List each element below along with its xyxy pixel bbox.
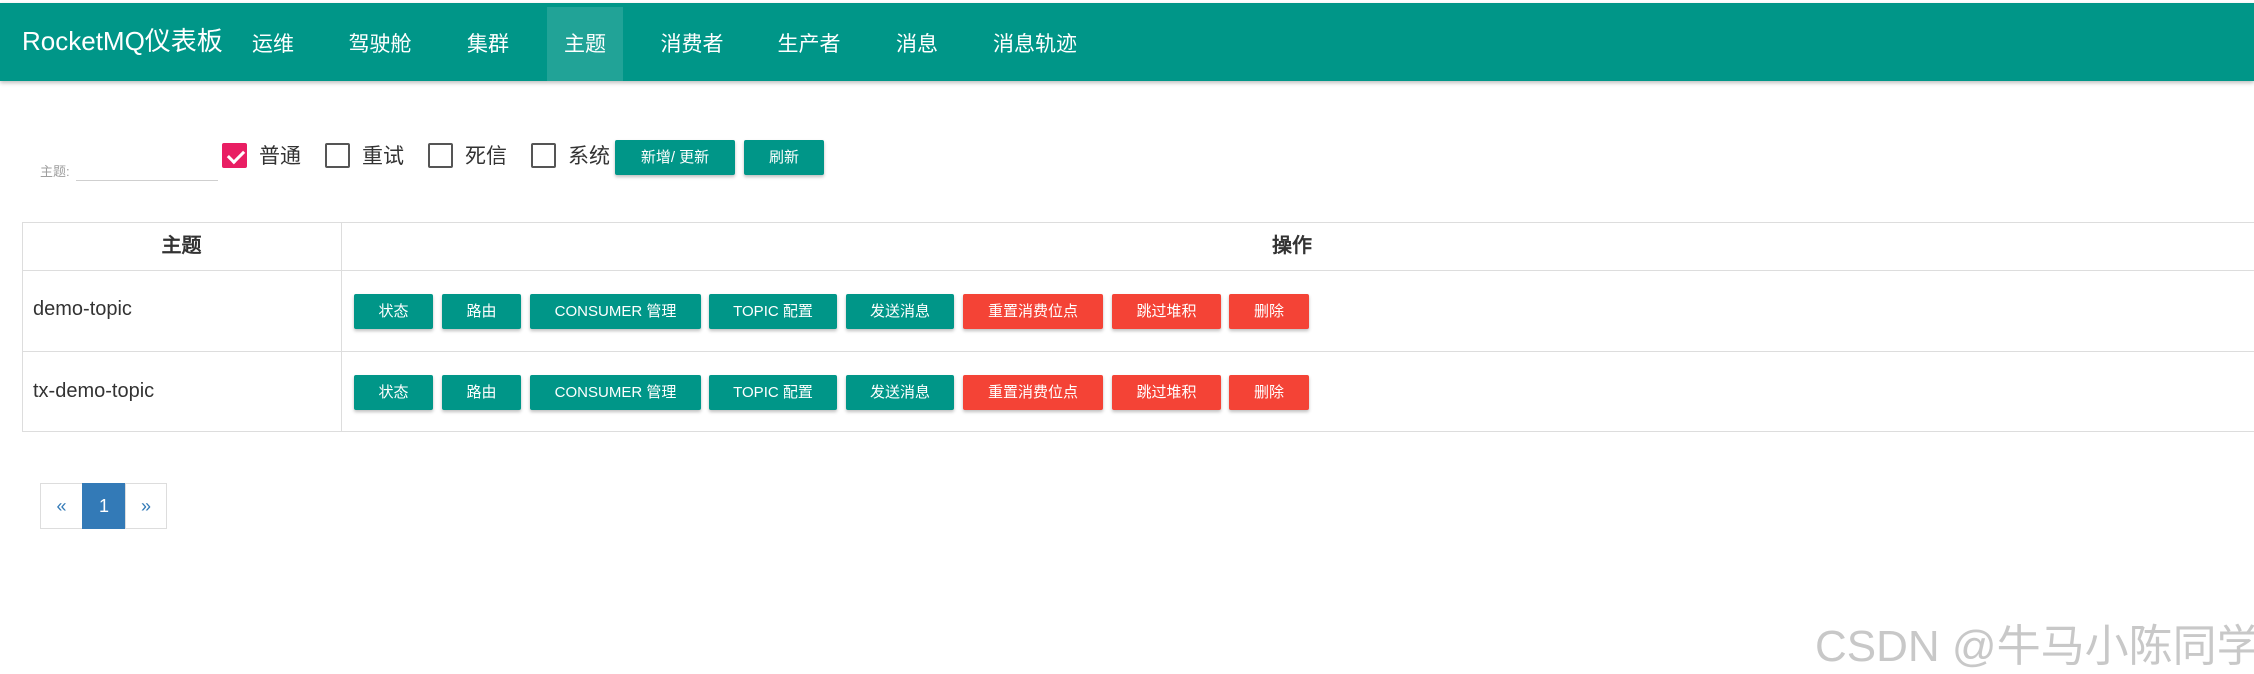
add-update-button[interactable]: 新增/ 更新 — [615, 140, 735, 175]
nav-item-dashboard[interactable]: 驾驶舱 — [336, 7, 424, 81]
topic-search-input[interactable] — [76, 146, 218, 181]
brand-title[interactable]: RocketMQ仪表板 — [22, 3, 223, 81]
consumer-manage-button[interactable]: CONSUMER 管理 — [530, 375, 701, 410]
route-button[interactable]: 路由 — [442, 294, 521, 329]
checkbox-retry-label[interactable]: 重试 — [362, 145, 404, 169]
topic-config-button[interactable]: TOPIC 配置 — [709, 375, 837, 410]
nav-item-message-trace[interactable]: 消息轨迹 — [985, 7, 1085, 81]
skip-accumulate-button[interactable]: 跳过堆积 — [1112, 294, 1221, 329]
checkbox-retry[interactable] — [325, 143, 350, 168]
checkbox-dead-letter[interactable] — [428, 143, 453, 168]
checkbox-normal-label[interactable]: 普通 — [259, 145, 301, 169]
nav-item-message[interactable]: 消息 — [882, 7, 952, 81]
table-header-actions: 操作 — [1272, 235, 1312, 257]
topic-config-button[interactable]: TOPIC 配置 — [709, 294, 837, 329]
table-header-topic: 主题 — [161, 235, 202, 257]
checkbox-system[interactable] — [531, 143, 556, 168]
nav-item-producer[interactable]: 生产者 — [769, 7, 849, 81]
top-navbar: RocketMQ仪表板 运维 驾驶舱 集群 主题 消费者 生产者 消息 消息轨迹 — [0, 3, 2254, 81]
route-button[interactable]: 路由 — [442, 375, 521, 410]
refresh-button[interactable]: 刷新 — [744, 140, 824, 175]
nav-item-cluster[interactable]: 集群 — [454, 7, 522, 81]
topic-name-cell: demo-topic — [33, 298, 132, 320]
csdn-watermark: CSDN @牛马小陈同学 — [1815, 622, 2254, 671]
reset-offset-button[interactable]: 重置消费位点 — [963, 294, 1103, 329]
pagination-next[interactable]: » — [125, 483, 167, 529]
consumer-manage-button[interactable]: CONSUMER 管理 — [530, 294, 701, 329]
pagination-prev[interactable]: « — [40, 483, 83, 529]
topic-filter-label: 主题: — [40, 164, 70, 179]
delete-button[interactable]: 删除 — [1229, 294, 1309, 329]
status-button[interactable]: 状态 — [354, 375, 433, 410]
nav-item-topic[interactable]: 主题 — [547, 7, 623, 81]
send-message-button[interactable]: 发送消息 — [846, 375, 954, 410]
delete-button[interactable]: 删除 — [1229, 375, 1309, 410]
nav-item-ops[interactable]: 运维 — [240, 7, 306, 81]
pagination-page-1[interactable]: 1 — [82, 483, 126, 529]
checkbox-normal[interactable] — [222, 143, 247, 168]
checkbox-dead-letter-label[interactable]: 死信 — [465, 145, 507, 169]
checkbox-system-label[interactable]: 系统 — [568, 145, 610, 169]
status-button[interactable]: 状态 — [354, 294, 433, 329]
table-header-divider — [22, 270, 2254, 271]
reset-offset-button[interactable]: 重置消费位点 — [963, 375, 1103, 410]
nav-item-consumer[interactable]: 消费者 — [652, 7, 732, 81]
skip-accumulate-button[interactable]: 跳过堆积 — [1112, 375, 1221, 410]
topic-name-cell: tx-demo-topic — [33, 380, 155, 402]
send-message-button[interactable]: 发送消息 — [846, 294, 954, 329]
table-row-divider — [22, 351, 2254, 352]
